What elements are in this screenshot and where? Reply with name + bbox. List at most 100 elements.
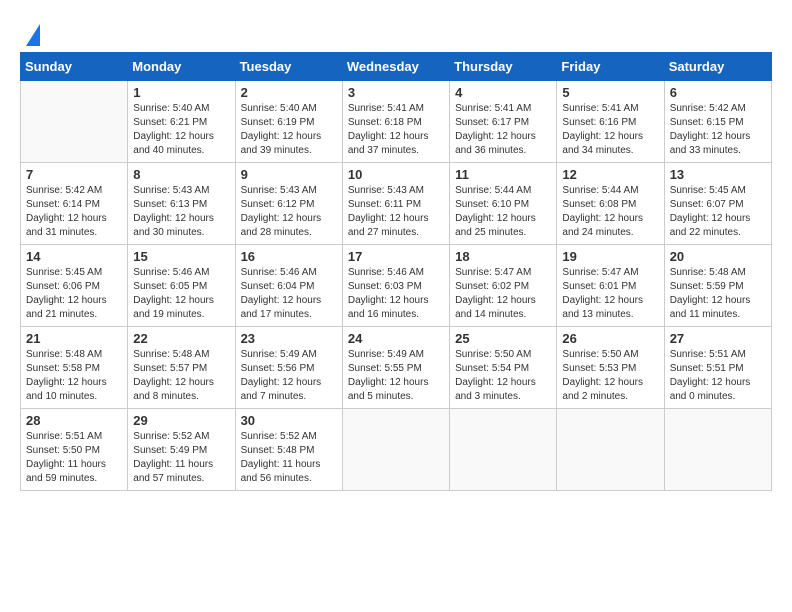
day-info: Sunrise: 5:45 AM Sunset: 6:06 PM Dayligh… [26, 266, 122, 322]
calendar-cell [664, 409, 771, 491]
calendar-cell: 7 Sunrise: 5:42 AM Sunset: 6:14 PM Daylig… [21, 163, 128, 245]
day-number: 1 [133, 85, 229, 100]
calendar-cell: 30 Sunrise: 5:52 AM Sunset: 5:48 PM Dayli… [235, 409, 342, 491]
day-info: Sunrise: 5:43 AM Sunset: 6:13 PM Dayligh… [133, 184, 229, 240]
day-info: Sunrise: 5:46 AM Sunset: 6:05 PM Dayligh… [133, 266, 229, 322]
day-info: Sunrise: 5:51 AM Sunset: 5:51 PM Dayligh… [670, 348, 766, 404]
calendar-cell: 29 Sunrise: 5:52 AM Sunset: 5:49 PM Dayli… [128, 409, 235, 491]
calendar-cell: 14 Sunrise: 5:45 AM Sunset: 6:06 PM Dayli… [21, 245, 128, 327]
calendar-cell: 16 Sunrise: 5:46 AM Sunset: 6:04 PM Dayli… [235, 245, 342, 327]
day-number: 15 [133, 249, 229, 264]
calendar-week-2: 7 Sunrise: 5:42 AM Sunset: 6:14 PM Daylig… [21, 163, 772, 245]
day-number: 2 [241, 85, 337, 100]
logo-triangle-icon [26, 24, 40, 46]
calendar-cell: 8 Sunrise: 5:43 AM Sunset: 6:13 PM Daylig… [128, 163, 235, 245]
day-info: Sunrise: 5:40 AM Sunset: 6:21 PM Dayligh… [133, 102, 229, 158]
day-info: Sunrise: 5:41 AM Sunset: 6:17 PM Dayligh… [455, 102, 551, 158]
day-number: 16 [241, 249, 337, 264]
day-info: Sunrise: 5:43 AM Sunset: 6:12 PM Dayligh… [241, 184, 337, 240]
day-number: 4 [455, 85, 551, 100]
day-number: 29 [133, 413, 229, 428]
calendar-cell: 9 Sunrise: 5:43 AM Sunset: 6:12 PM Daylig… [235, 163, 342, 245]
day-number: 20 [670, 249, 766, 264]
calendar-cell: 1 Sunrise: 5:40 AM Sunset: 6:21 PM Daylig… [128, 81, 235, 163]
calendar-cell [21, 81, 128, 163]
day-number: 30 [241, 413, 337, 428]
logo [20, 20, 40, 42]
day-number: 24 [348, 331, 444, 346]
day-number: 22 [133, 331, 229, 346]
calendar-cell: 4 Sunrise: 5:41 AM Sunset: 6:17 PM Daylig… [450, 81, 557, 163]
weekday-header-thursday: Thursday [450, 53, 557, 81]
day-info: Sunrise: 5:48 AM Sunset: 5:59 PM Dayligh… [670, 266, 766, 322]
day-info: Sunrise: 5:48 AM Sunset: 5:57 PM Dayligh… [133, 348, 229, 404]
calendar-cell: 3 Sunrise: 5:41 AM Sunset: 6:18 PM Daylig… [342, 81, 449, 163]
calendar-cell: 10 Sunrise: 5:43 AM Sunset: 6:11 PM Dayli… [342, 163, 449, 245]
day-info: Sunrise: 5:46 AM Sunset: 6:04 PM Dayligh… [241, 266, 337, 322]
day-number: 19 [562, 249, 658, 264]
day-number: 8 [133, 167, 229, 182]
day-info: Sunrise: 5:52 AM Sunset: 5:49 PM Dayligh… [133, 430, 229, 486]
day-number: 10 [348, 167, 444, 182]
calendar-cell [342, 409, 449, 491]
day-number: 12 [562, 167, 658, 182]
day-number: 17 [348, 249, 444, 264]
day-info: Sunrise: 5:49 AM Sunset: 5:55 PM Dayligh… [348, 348, 444, 404]
day-number: 13 [670, 167, 766, 182]
day-number: 7 [26, 167, 122, 182]
day-info: Sunrise: 5:50 AM Sunset: 5:54 PM Dayligh… [455, 348, 551, 404]
day-info: Sunrise: 5:51 AM Sunset: 5:50 PM Dayligh… [26, 430, 122, 486]
calendar-cell [450, 409, 557, 491]
day-info: Sunrise: 5:48 AM Sunset: 5:58 PM Dayligh… [26, 348, 122, 404]
day-number: 26 [562, 331, 658, 346]
calendar-cell: 13Sunrise: 5:45 AM Sunset: 6:07 PM Dayli… [664, 163, 771, 245]
day-info: Sunrise: 5:42 AM Sunset: 6:14 PM Dayligh… [26, 184, 122, 240]
weekday-header-tuesday: Tuesday [235, 53, 342, 81]
day-info: Sunrise: 5:43 AM Sunset: 6:11 PM Dayligh… [348, 184, 444, 240]
calendar-week-5: 28 Sunrise: 5:51 AM Sunset: 5:50 PM Dayli… [21, 409, 772, 491]
day-number: 21 [26, 331, 122, 346]
day-number: 27 [670, 331, 766, 346]
calendar-cell: 24 Sunrise: 5:49 AM Sunset: 5:55 PM Dayli… [342, 327, 449, 409]
day-number: 11 [455, 167, 551, 182]
calendar-table: SundayMondayTuesdayWednesdayThursdayFrid… [20, 52, 772, 491]
calendar-cell: 23Sunrise: 5:49 AM Sunset: 5:56 PM Dayli… [235, 327, 342, 409]
calendar-cell: 5 Sunrise: 5:41 AM Sunset: 6:16 PM Daylig… [557, 81, 664, 163]
calendar-cell: 18 Sunrise: 5:47 AM Sunset: 6:02 PM Dayli… [450, 245, 557, 327]
day-number: 6 [670, 85, 766, 100]
calendar-cell: 15 Sunrise: 5:46 AM Sunset: 6:05 PM Dayli… [128, 245, 235, 327]
day-info: Sunrise: 5:52 AM Sunset: 5:48 PM Dayligh… [241, 430, 337, 486]
day-number: 9 [241, 167, 337, 182]
day-info: Sunrise: 5:47 AM Sunset: 6:01 PM Dayligh… [562, 266, 658, 322]
calendar-cell: 28 Sunrise: 5:51 AM Sunset: 5:50 PM Dayli… [21, 409, 128, 491]
day-number: 3 [348, 85, 444, 100]
page-header [20, 20, 772, 42]
day-number: 28 [26, 413, 122, 428]
day-number: 5 [562, 85, 658, 100]
day-info: Sunrise: 5:41 AM Sunset: 6:18 PM Dayligh… [348, 102, 444, 158]
day-number: 14 [26, 249, 122, 264]
calendar-cell: 12Sunrise: 5:44 AM Sunset: 6:08 PM Dayli… [557, 163, 664, 245]
calendar-cell: 21 Sunrise: 5:48 AM Sunset: 5:58 PM Dayli… [21, 327, 128, 409]
calendar-cell: 26 Sunrise: 5:50 AM Sunset: 5:53 PM Dayli… [557, 327, 664, 409]
weekday-header-sunday: Sunday [21, 53, 128, 81]
calendar-cell: 20 Sunrise: 5:48 AM Sunset: 5:59 PM Dayli… [664, 245, 771, 327]
weekday-header-monday: Monday [128, 53, 235, 81]
day-info: Sunrise: 5:42 AM Sunset: 6:15 PM Dayligh… [670, 102, 766, 158]
day-info: Sunrise: 5:41 AM Sunset: 6:16 PM Dayligh… [562, 102, 658, 158]
weekday-header-row: SundayMondayTuesdayWednesdayThursdayFrid… [21, 53, 772, 81]
day-info: Sunrise: 5:44 AM Sunset: 6:10 PM Dayligh… [455, 184, 551, 240]
day-info: Sunrise: 5:47 AM Sunset: 6:02 PM Dayligh… [455, 266, 551, 322]
calendar-cell: 19 Sunrise: 5:47 AM Sunset: 6:01 PM Dayli… [557, 245, 664, 327]
day-number: 18 [455, 249, 551, 264]
calendar-week-3: 14 Sunrise: 5:45 AM Sunset: 6:06 PM Dayli… [21, 245, 772, 327]
calendar-week-4: 21 Sunrise: 5:48 AM Sunset: 5:58 PM Dayli… [21, 327, 772, 409]
weekday-header-wednesday: Wednesday [342, 53, 449, 81]
calendar-cell [557, 409, 664, 491]
day-info: Sunrise: 5:40 AM Sunset: 6:19 PM Dayligh… [241, 102, 337, 158]
day-info: Sunrise: 5:50 AM Sunset: 5:53 PM Dayligh… [562, 348, 658, 404]
day-info: Sunrise: 5:49 AM Sunset: 5:56 PM Dayligh… [241, 348, 337, 404]
day-info: Sunrise: 5:46 AM Sunset: 6:03 PM Dayligh… [348, 266, 444, 322]
calendar-cell: 27 Sunrise: 5:51 AM Sunset: 5:51 PM Dayli… [664, 327, 771, 409]
calendar-cell: 11 Sunrise: 5:44 AM Sunset: 6:10 PM Dayli… [450, 163, 557, 245]
